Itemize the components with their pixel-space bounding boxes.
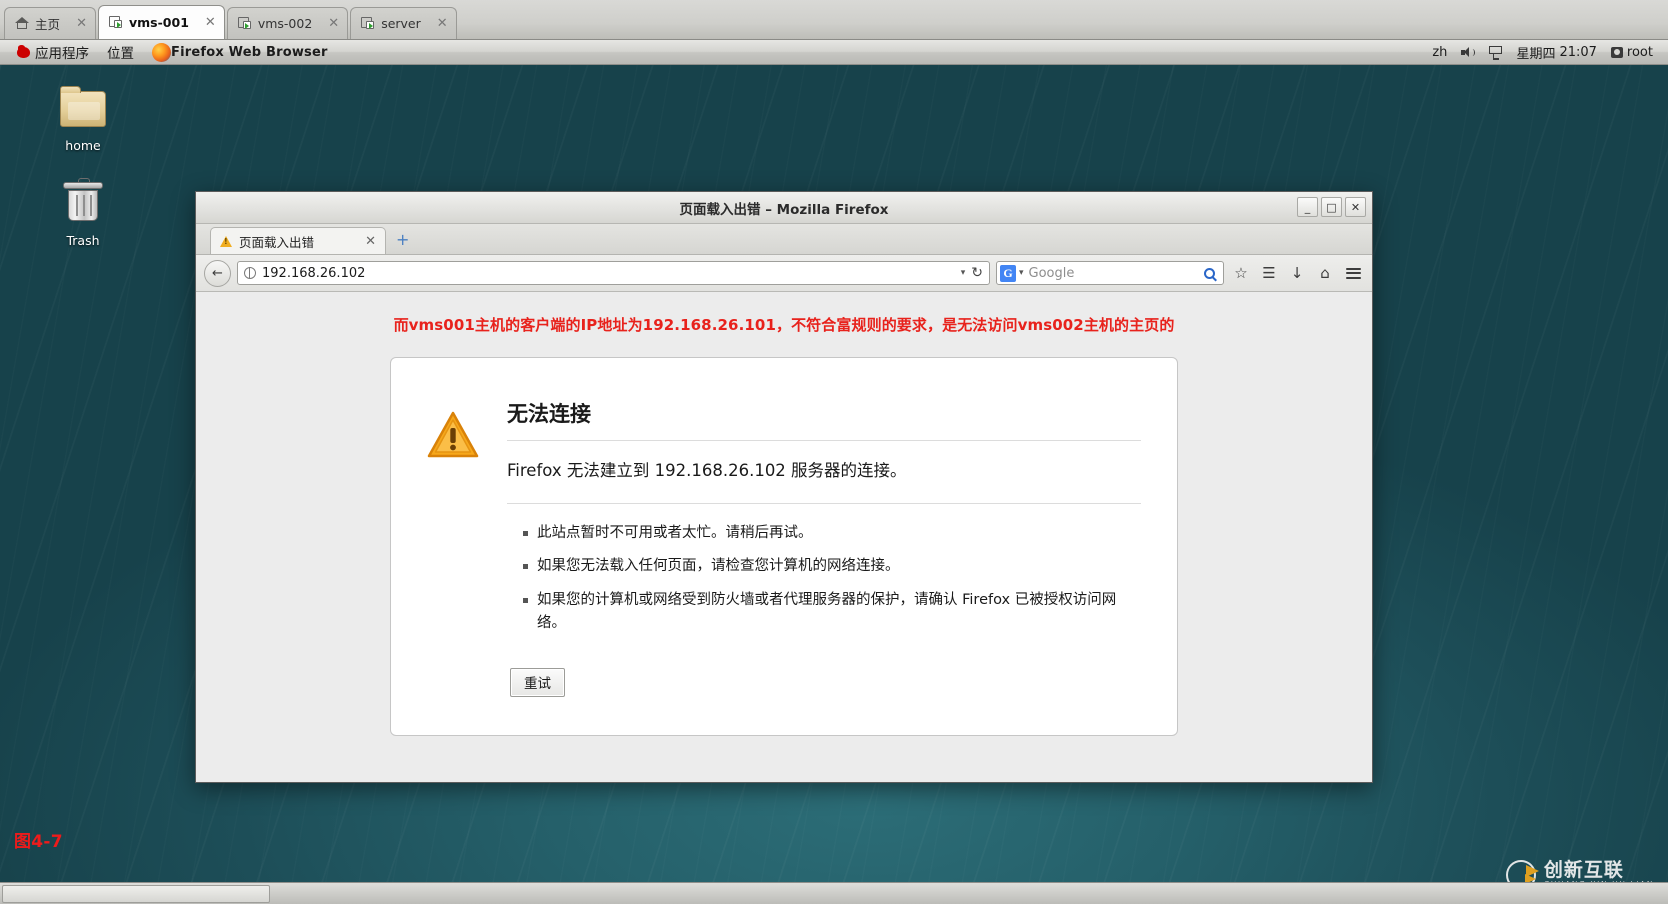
vm-tab-label: server: [381, 16, 421, 31]
error-suggestions-list: 此站点暂时不可用或者太忙。请稍后再试。 如果您无法载入任何页面，请检查您计算机的…: [507, 522, 1141, 636]
display-button[interactable]: [1482, 44, 1509, 60]
address-bar-value: 192.168.26.102: [262, 266, 955, 281]
watermark-name-cn: 创新互联: [1544, 861, 1654, 881]
vm-tab-home[interactable]: 主页 ✕: [4, 7, 96, 39]
browser-tab-error-page[interactable]: 页面载入出错 ✕: [210, 227, 386, 254]
new-tab-button[interactable]: +: [396, 232, 409, 248]
vm-tab-label: vms-002: [258, 16, 312, 31]
back-button[interactable]: ←: [204, 260, 231, 287]
folder-icon: [40, 85, 126, 135]
search-input[interactable]: Google: [1029, 266, 1204, 281]
reload-icon[interactable]: ↻: [971, 265, 985, 281]
error-description: Firefox 无法建立到 192.168.26.102 服务器的连接。: [507, 457, 1141, 504]
clock-time: 21:07: [1559, 45, 1596, 60]
figure-caption: 图4-7: [14, 827, 63, 852]
desktop-icon-label: Trash: [40, 233, 126, 248]
gnome-top-panel: 应用程序 位置 Firefox Web Browser zh 星期四 21:07…: [0, 40, 1668, 65]
active-window-label: Firefox Web Browser: [171, 45, 328, 60]
window-titlebar[interactable]: 页面载入出错 – Mozilla Firefox _ □ ✕: [196, 192, 1372, 224]
hamburger-menu-icon[interactable]: [1342, 262, 1364, 284]
taskbar-window-button[interactable]: [2, 885, 270, 903]
library-icon[interactable]: ☰: [1258, 262, 1280, 284]
clock-day: 星期四: [1516, 43, 1555, 62]
vm-tab-label: 主页: [35, 14, 60, 33]
browser-tab-label: 页面载入出错: [239, 232, 314, 251]
browser-navbar: ← 192.168.26.102 ▾ ↻ G ▾ Google ☆ ☰ ↓ ⌂: [196, 255, 1372, 292]
window-title: 页面载入出错 – Mozilla Firefox: [680, 198, 889, 218]
error-body: 无法连接 Firefox 无法建立到 192.168.26.102 服务器的连接…: [507, 392, 1141, 697]
vm-icon: [238, 17, 252, 30]
vm-icon: [109, 16, 123, 29]
vm-tab-vms-001[interactable]: vms-001 ✕: [98, 5, 225, 39]
chevron-down-icon[interactable]: ▾: [1016, 268, 1029, 278]
menu-applications[interactable]: 应用程序: [8, 40, 98, 64]
firefox-window: 页面载入出错 – Mozilla Firefox _ □ ✕ 页面载入出错 ✕ …: [195, 191, 1373, 783]
vm-tab-label: vms-001: [129, 15, 189, 30]
address-bar[interactable]: 192.168.26.102 ▾ ↻: [237, 261, 990, 285]
desktop-icon-home[interactable]: home: [40, 85, 126, 153]
red-annotation-note: 而vms001主机的客户端的IP地址为192.168.26.101，不符合富规则…: [196, 292, 1372, 335]
list-item: 此站点暂时不可用或者太忙。请稍后再试。: [523, 522, 1141, 545]
trash-icon: [40, 180, 126, 230]
taskbar: [0, 882, 1668, 904]
maximize-button[interactable]: □: [1321, 197, 1342, 217]
bookmark-star-icon[interactable]: ☆: [1230, 262, 1252, 284]
downloads-icon[interactable]: ↓: [1286, 262, 1308, 284]
retry-button[interactable]: 重试: [510, 668, 565, 697]
window-controls: _ □ ✕: [1297, 197, 1366, 217]
error-heading: 无法连接: [507, 398, 1141, 441]
magnifier-icon[interactable]: [1204, 268, 1215, 279]
keyboard-layout-indicator[interactable]: zh: [1425, 43, 1454, 62]
home-icon: [15, 17, 29, 30]
panel-right-group: zh 星期四 21:07 root: [1425, 41, 1668, 64]
desktop: home Trash 页面载入出错 – Mozilla Firefox _ □ …: [0, 65, 1668, 904]
vm-tab-strip: 主页 ✕ vms-001 ✕ vms-002 ✕ server ✕: [0, 0, 1668, 40]
keyboard-layout-label: zh: [1432, 45, 1447, 60]
firefox-logo-icon: [152, 43, 171, 62]
volume-button[interactable]: [1454, 44, 1482, 60]
user-menu-label: root: [1627, 45, 1653, 60]
warning-triangle-icon: [427, 410, 479, 460]
close-icon[interactable]: ✕: [66, 17, 87, 30]
vm-tab-server[interactable]: server ✕: [350, 7, 456, 39]
close-icon[interactable]: ✕: [318, 17, 339, 30]
desktop-icon-label: home: [40, 138, 126, 153]
user-icon: [1611, 47, 1623, 58]
chevron-down-icon[interactable]: ▾: [955, 268, 972, 278]
browser-tabbar: 页面载入出错 ✕ +: [196, 224, 1372, 255]
globe-icon: [244, 267, 256, 279]
warning-icon: [220, 236, 232, 247]
monitor-icon: [1489, 46, 1502, 58]
google-icon: G: [1000, 265, 1016, 282]
panel-left-group: 应用程序 位置 Firefox Web Browser: [0, 40, 337, 64]
close-icon[interactable]: ✕: [427, 17, 448, 30]
redhat-logo-icon: [17, 47, 30, 58]
desktop-icon-trash[interactable]: Trash: [40, 180, 126, 248]
vm-tab-vms-002[interactable]: vms-002 ✕: [227, 7, 348, 39]
search-bar[interactable]: G ▾ Google: [996, 261, 1224, 285]
menu-applications-label: 应用程序: [35, 42, 89, 62]
speaker-icon: [1461, 46, 1475, 58]
clock[interactable]: 星期四 21:07: [1509, 41, 1603, 64]
menu-places-label: 位置: [107, 42, 134, 62]
menu-places[interactable]: 位置: [98, 40, 143, 64]
close-button[interactable]: ✕: [1345, 197, 1366, 217]
vm-icon: [361, 17, 375, 30]
list-item: 如果您无法载入任何页面，请检查您计算机的网络连接。: [523, 555, 1141, 578]
user-menu[interactable]: root: [1604, 43, 1660, 62]
page-content: 而vms001主机的客户端的IP地址为192.168.26.101，不符合富规则…: [196, 292, 1372, 782]
close-icon[interactable]: ✕: [195, 16, 216, 29]
close-icon[interactable]: ✕: [365, 234, 376, 249]
minimize-button[interactable]: _: [1297, 197, 1318, 217]
error-card: 无法连接 Firefox 无法建立到 192.168.26.102 服务器的连接…: [390, 357, 1178, 736]
active-window-button[interactable]: Firefox Web Browser: [143, 41, 337, 64]
home-icon[interactable]: ⌂: [1314, 262, 1336, 284]
list-item: 如果您的计算机或网络受到防火墙或者代理服务器的保护，请确认 Firefox 已被…: [523, 589, 1141, 636]
